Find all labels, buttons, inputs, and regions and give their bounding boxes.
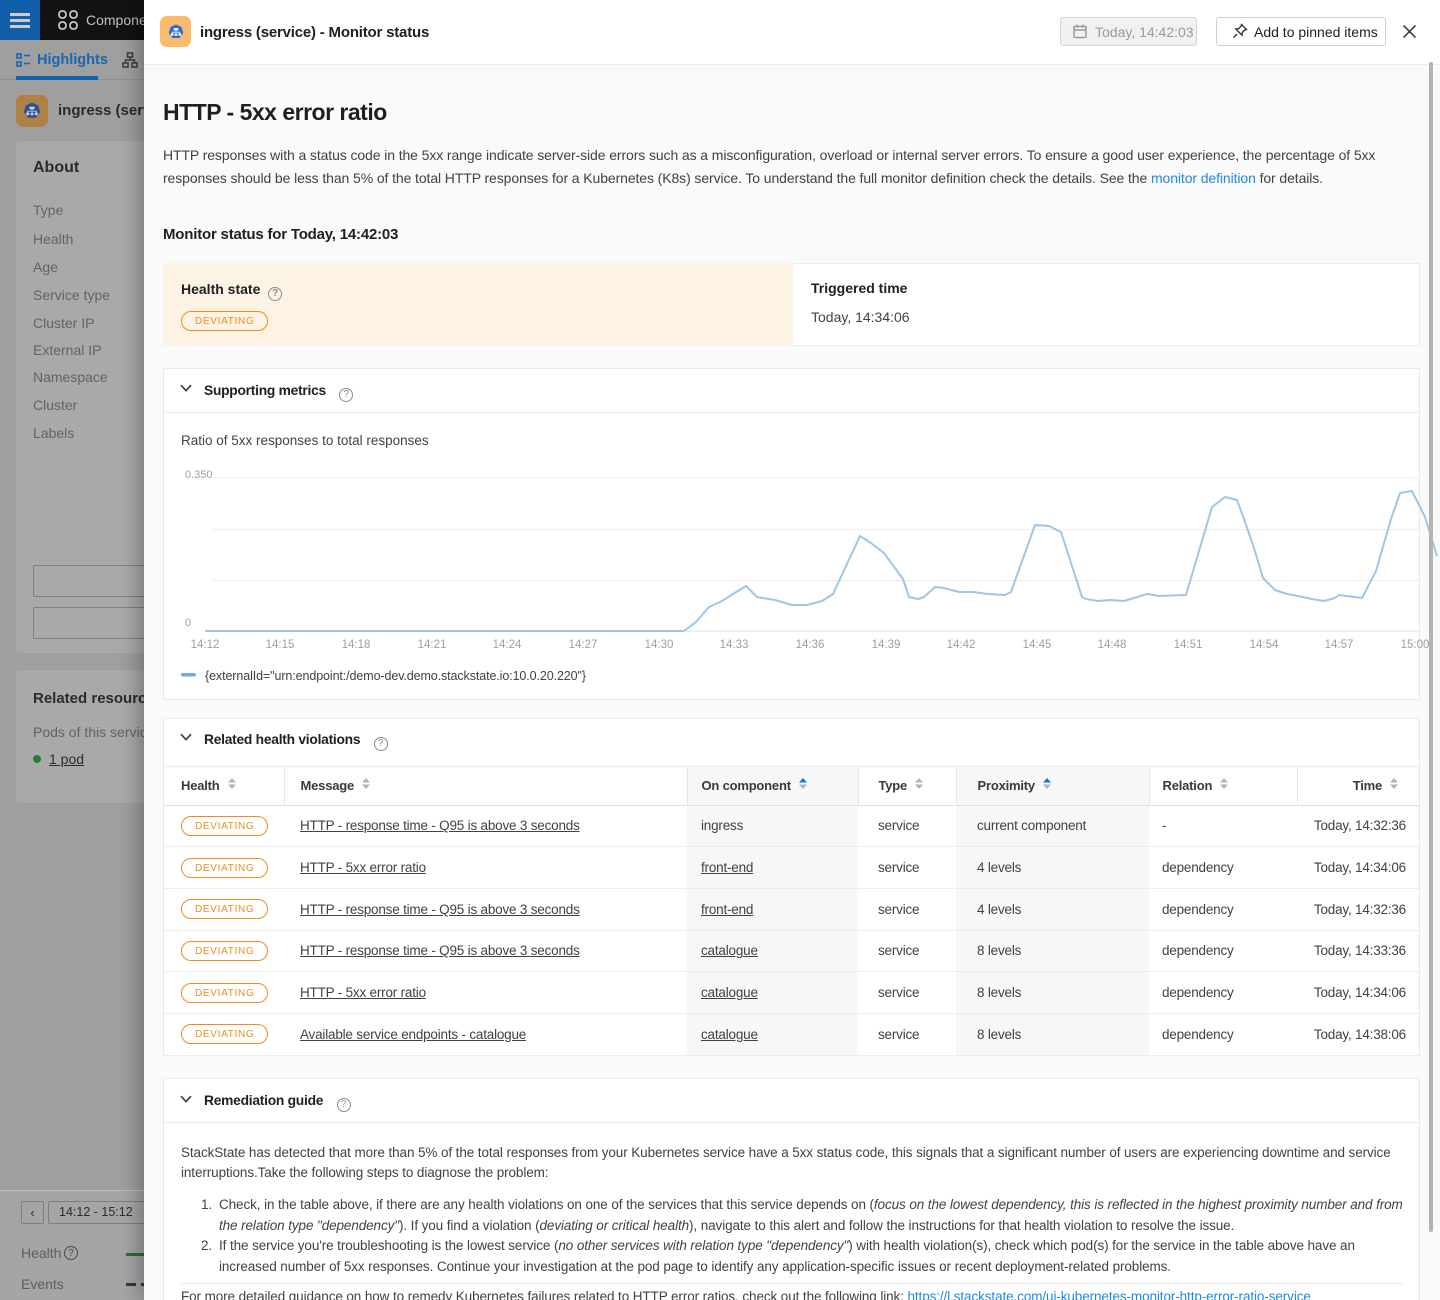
svg-text:14:51: 14:51	[1174, 639, 1203, 651]
svg-text:14:15: 14:15	[266, 639, 295, 651]
svg-text:14:21: 14:21	[418, 639, 447, 651]
svg-text:{externalId="urn:endpoint:/dem: {externalId="urn:endpoint:/demo-dev.demo…	[205, 669, 586, 683]
svg-text:14:24: 14:24	[493, 639, 522, 651]
svg-text:14:27: 14:27	[569, 639, 598, 651]
svg-text:14:42: 14:42	[947, 639, 976, 651]
svg-text:14:30: 14:30	[645, 639, 674, 651]
svg-text:15:00: 15:00	[1401, 639, 1430, 651]
svg-text:14:45: 14:45	[1023, 639, 1052, 651]
svg-text:14:48: 14:48	[1098, 639, 1127, 651]
svg-text:14:12: 14:12	[191, 639, 220, 651]
svg-text:14:18: 14:18	[342, 639, 371, 651]
svg-text:0: 0	[185, 617, 191, 629]
svg-text:14:57: 14:57	[1325, 639, 1354, 651]
svg-text:14:36: 14:36	[796, 639, 825, 651]
svg-text:14:33: 14:33	[720, 639, 749, 651]
svg-text:14:39: 14:39	[872, 639, 901, 651]
svg-text:14:54: 14:54	[1250, 639, 1279, 651]
svg-text:0.350: 0.350	[185, 469, 213, 481]
